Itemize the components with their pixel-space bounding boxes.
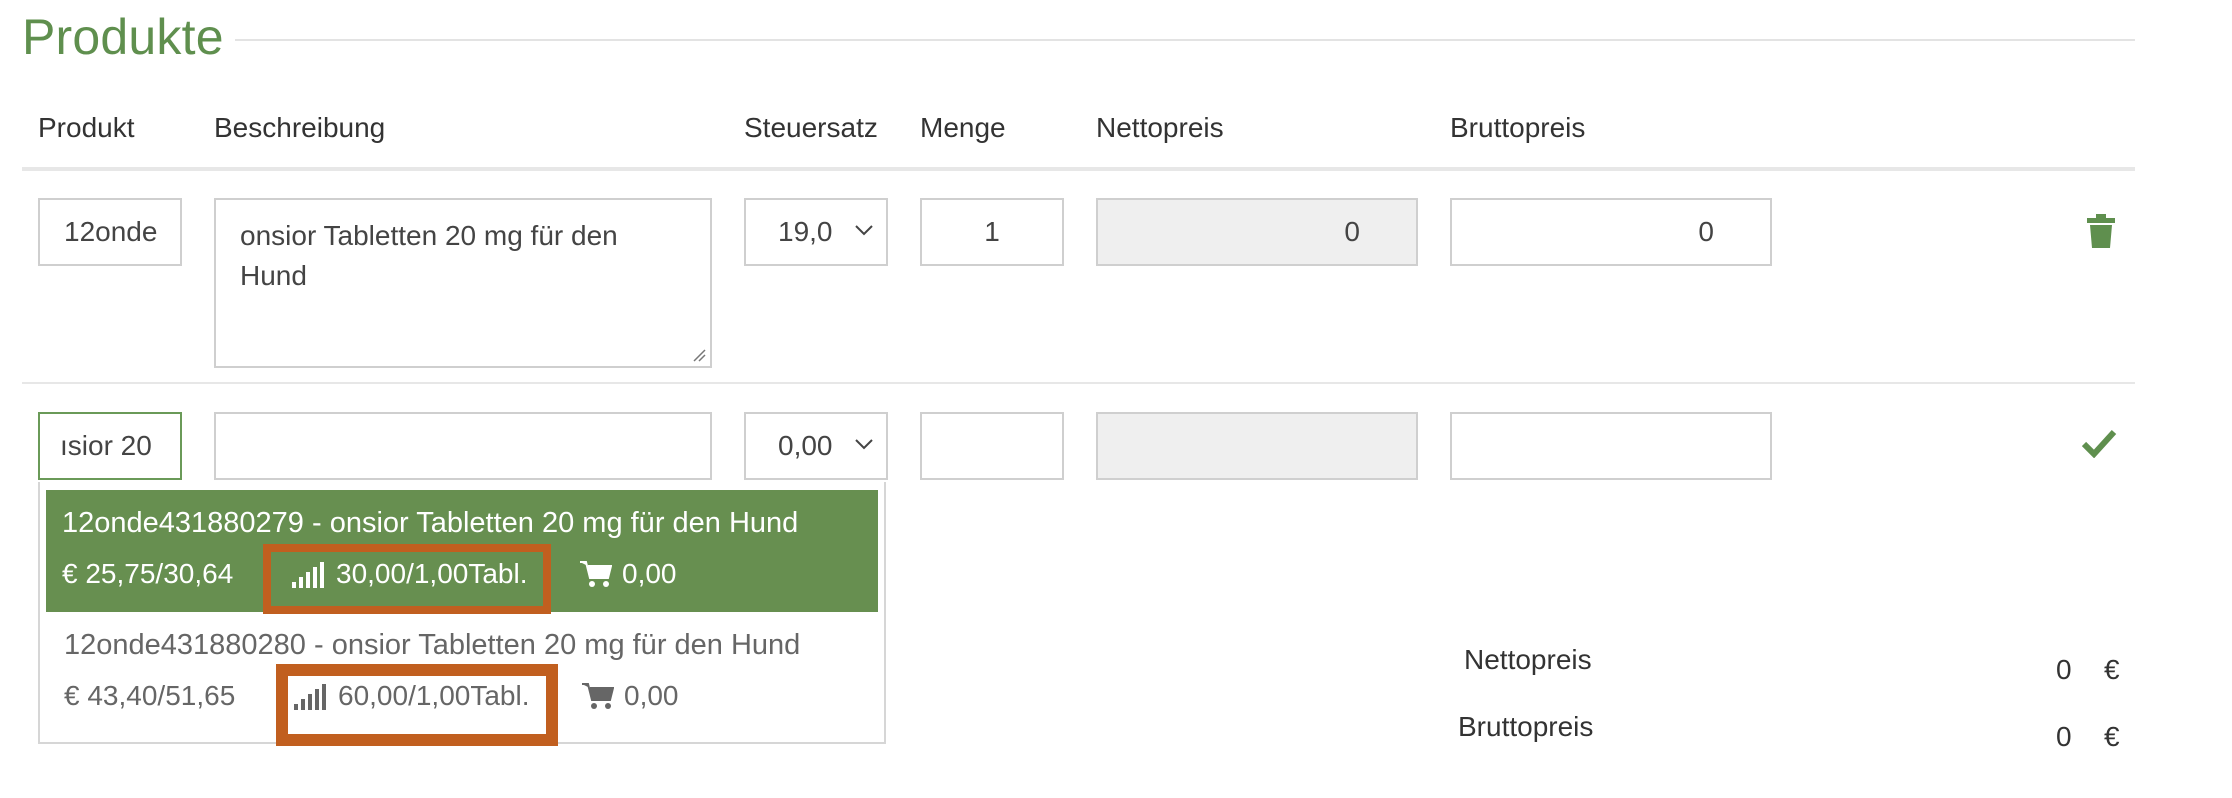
description-input-empty[interactable] <box>214 412 712 480</box>
description-textarea[interactable]: onsior Tabletten 20 mg für den Hund <box>214 198 712 368</box>
header-divider <box>22 167 2135 171</box>
summary-brutto-currency: € <box>2104 721 2120 752</box>
chevron-down-icon <box>855 439 873 450</box>
gross-price-input[interactable]: 0 <box>1450 198 1772 266</box>
option-tier-price-2: 60,00/1,00Tabl. <box>338 680 530 711</box>
section-title: Produkte <box>22 9 224 65</box>
euro-icon: € <box>62 558 78 589</box>
trash-icon[interactable] <box>2086 214 2116 248</box>
option-title-2: 12onde431880280 - onsior Tabletten 20 mg… <box>64 629 801 661</box>
summary-netto-currency: € <box>2104 654 2120 685</box>
tax-rate-select[interactable]: 19,0 <box>744 198 888 266</box>
column-header-steuersatz: Steuersatz <box>744 112 878 143</box>
product-code-input[interactable]: 12onde <box>38 198 182 266</box>
cart-icon <box>582 683 614 709</box>
option-price-value: 25,75/30,64 <box>85 558 234 589</box>
euro-icon: € <box>64 680 80 711</box>
column-header-produkt: Produkt <box>38 112 135 143</box>
summary-brutto-label: Bruttopreis <box>1458 711 1594 742</box>
signal-bars-icon <box>294 684 326 710</box>
option-price-value-2: 43,40/51,65 <box>87 680 236 711</box>
option-price-2: € 43,40/51,65 <box>64 680 235 712</box>
quantity-input-2[interactable] <box>920 412 1064 480</box>
option-cart-value: 0,00 <box>622 558 677 589</box>
chevron-down-icon <box>855 225 873 236</box>
description-text: onsior Tabletten 20 mg für den Hund <box>240 220 618 291</box>
option-tier-price: 30,00/1,00Tabl. <box>336 558 528 589</box>
quantity-input[interactable]: 1 <box>920 198 1064 266</box>
tax-rate-select-2[interactable]: 0,00 <box>744 412 888 480</box>
tax-rate-value-2: 0,00 <box>778 430 833 461</box>
net-price-field: 0 <box>1096 198 1418 266</box>
cart-icon <box>580 561 612 587</box>
signal-bars-icon <box>292 562 324 588</box>
option-title: 12onde431880279 - onsior Tabletten 20 mg… <box>62 507 799 539</box>
product-search-input[interactable]: ısior 20 <box>38 412 182 480</box>
net-price-field-2 <box>1096 412 1418 480</box>
tax-rate-value: 19,0 <box>778 216 833 247</box>
gross-price-input-2[interactable] <box>1450 412 1772 480</box>
summary-netto-value: 0 <box>2056 654 2072 685</box>
column-header-nettopreis: Nettopreis <box>1096 112 1224 143</box>
option-price: € 25,75/30,64 <box>62 558 233 590</box>
column-header-menge: Menge <box>920 112 1006 143</box>
title-divider <box>235 39 2135 41</box>
check-icon[interactable] <box>2081 428 2117 458</box>
column-header-bruttopreis: Bruttopreis <box>1450 112 1586 143</box>
summary-brutto-value: 0 <box>2056 721 2072 752</box>
resize-handle-icon[interactable] <box>692 348 706 362</box>
summary-netto-label: Nettopreis <box>1464 644 1592 675</box>
option-cart-value-2: 0,00 <box>624 680 679 711</box>
row-divider <box>22 382 2135 384</box>
column-header-beschreibung: Beschreibung <box>214 112 386 143</box>
